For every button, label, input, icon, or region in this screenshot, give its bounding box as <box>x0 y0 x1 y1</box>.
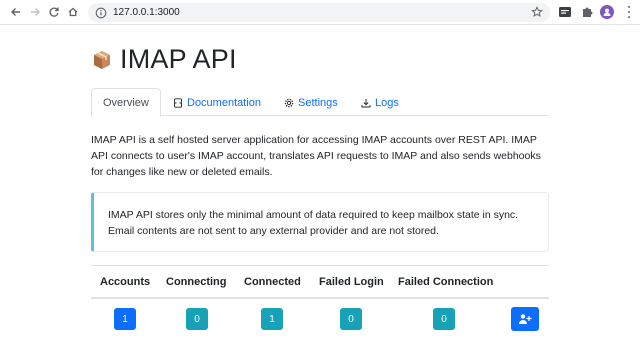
accounts-count-button[interactable]: 1 <box>114 308 136 330</box>
header-connected: Connected <box>244 276 301 288</box>
header-accounts: Accounts <box>100 276 151 288</box>
stats-table: Accounts Connecting Connected Failed Log… <box>91 265 549 339</box>
arrow-right-icon <box>31 8 40 16</box>
callout-text: IMAP API stores only the minimal amount … <box>108 209 519 237</box>
tab-label: Logs <box>375 96 399 109</box>
tab-label: Overview <box>103 96 149 109</box>
info-callout: IMAP API stores only the minimal amount … <box>91 192 549 252</box>
nav-tabs: Overview Documentation Settings Logs <box>91 88 549 117</box>
failed-connection-count-button[interactable]: 0 <box>433 308 455 330</box>
bookmark-star-icon[interactable] <box>531 6 543 18</box>
intro-paragraph: IMAP API is a self hosted server applica… <box>91 134 541 178</box>
add-account-button[interactable] <box>511 307 539 331</box>
address-bar[interactable]: 127.0.0.1:3000 <box>88 3 550 22</box>
add-user-icon <box>519 314 532 324</box>
package-box-icon <box>94 50 110 69</box>
tab-label: Settings <box>298 96 338 109</box>
header-failed-login: Failed Login <box>319 276 384 288</box>
browser-menu-button[interactable] <box>624 5 634 19</box>
reload-button[interactable] <box>46 4 62 20</box>
forward-button[interactable] <box>27 4 43 20</box>
tab-overview[interactable]: Overview <box>91 88 161 117</box>
tab-documentation[interactable]: Documentation <box>173 88 261 117</box>
stats-header-row: Accounts Connecting Connected Failed Log… <box>91 266 549 299</box>
extension-icon[interactable] <box>558 5 572 19</box>
tab-settings[interactable]: Settings <box>284 88 338 117</box>
connecting-count-button[interactable]: 0 <box>186 308 208 330</box>
failed-login-count-button[interactable]: 0 <box>340 308 362 330</box>
tab-label: Documentation <box>187 96 261 109</box>
home-icon <box>68 7 78 17</box>
download-icon <box>361 98 371 107</box>
profile-avatar[interactable] <box>600 5 614 19</box>
puzzle-icon[interactable] <box>580 5 594 19</box>
url-text: 127.0.0.1:3000 <box>113 7 180 18</box>
browser-toolbar: 127.0.0.1:3000 <box>0 0 640 25</box>
home-button[interactable] <box>65 4 81 20</box>
gear-icon <box>284 98 294 107</box>
tab-logs[interactable]: Logs <box>361 88 399 117</box>
info-icon <box>95 7 107 18</box>
header-connecting: Connecting <box>166 276 227 288</box>
header-failed-connection: Failed Connection <box>398 276 494 288</box>
document-icon <box>174 97 182 108</box>
arrow-left-icon <box>11 8 20 16</box>
back-button[interactable] <box>8 4 24 20</box>
user-icon <box>603 8 611 16</box>
stats-value-row: 1 0 1 0 0 <box>91 299 549 339</box>
connected-count-button[interactable]: 1 <box>261 308 283 330</box>
page-title: IMAP API <box>120 44 237 74</box>
page-header: IMAP API <box>91 44 237 75</box>
reload-icon <box>49 7 59 17</box>
